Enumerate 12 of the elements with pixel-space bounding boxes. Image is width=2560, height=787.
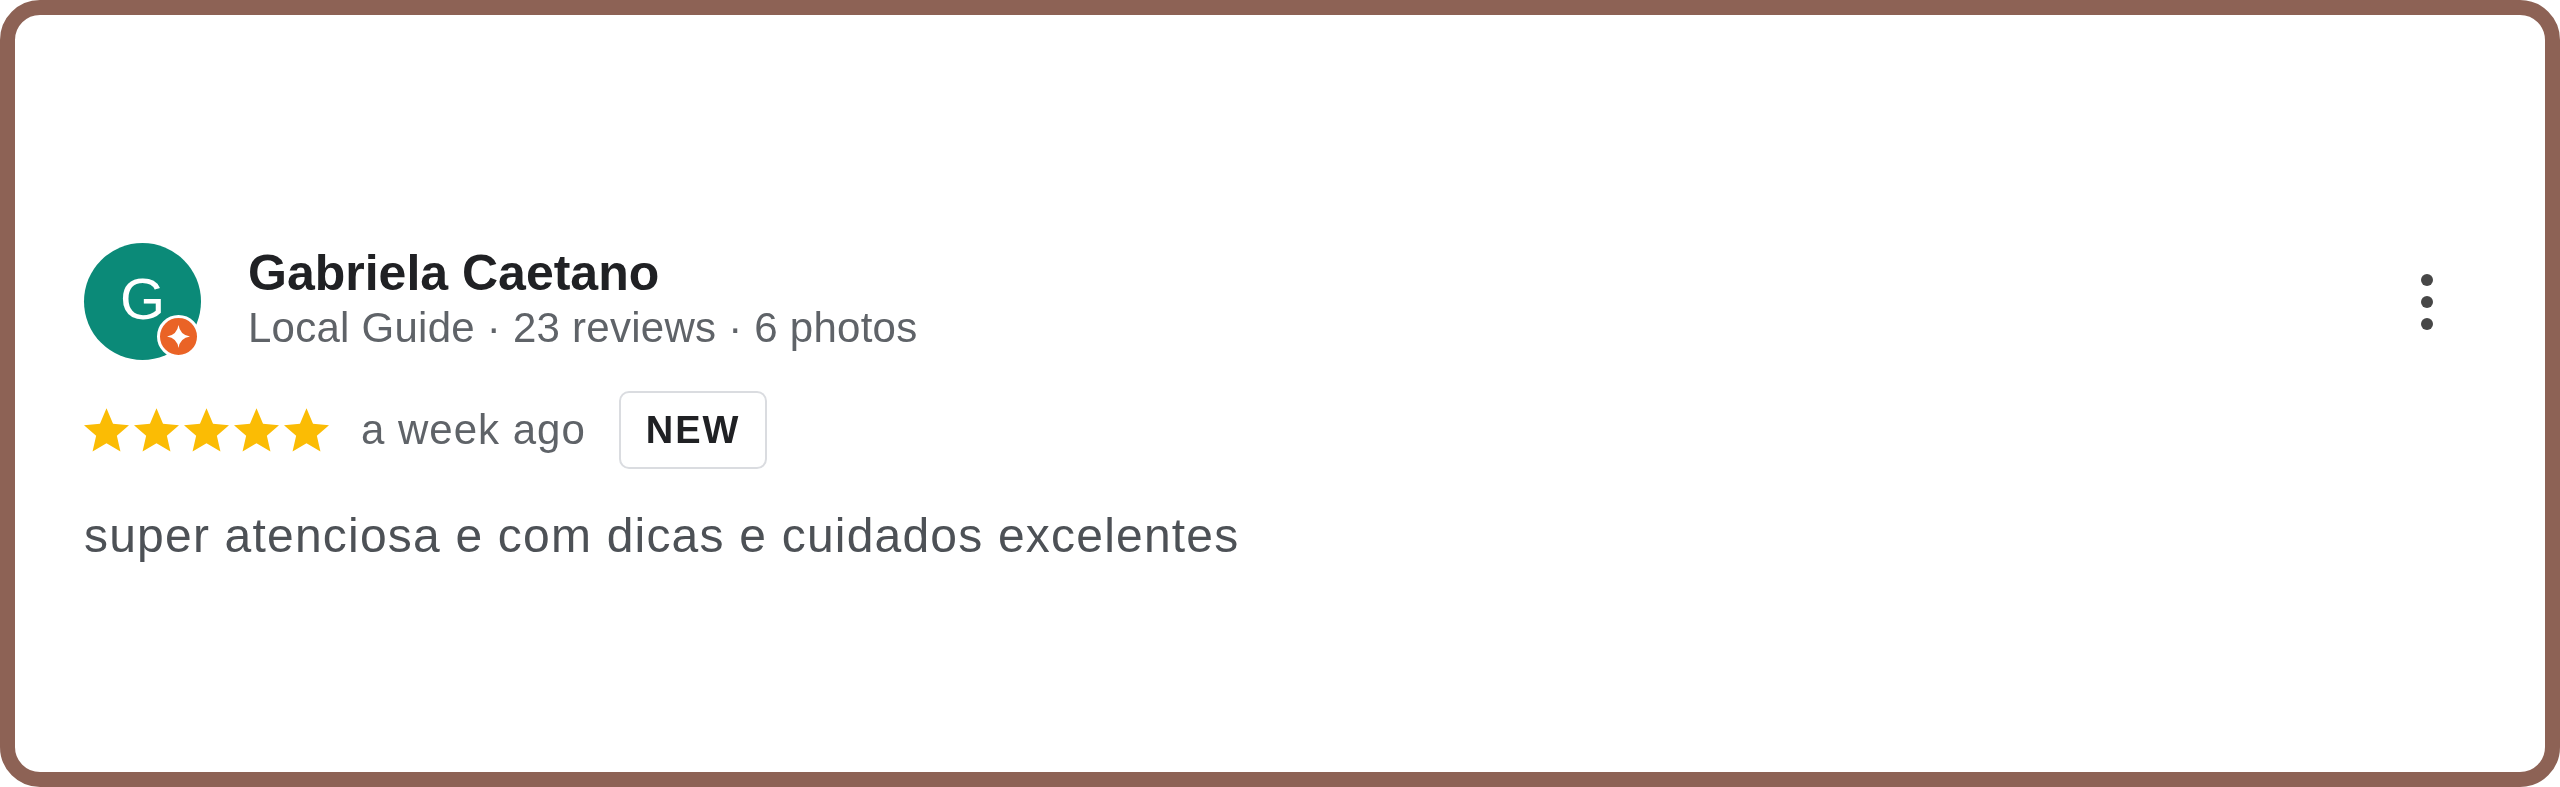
star-icon [234,408,279,452]
more-vertical-icon [2421,274,2433,330]
star-icon [184,408,229,452]
avatar: G [84,243,201,360]
reviewer-stats: Local Guide · 23 reviews · 6 photos [248,304,918,352]
review-time: a week ago [361,406,586,454]
review-text: super atenciosa e com dicas e cuidados excelentes [84,508,1240,564]
star-icon [134,408,179,452]
star-icon [284,408,329,452]
new-badge: NEW [618,391,768,469]
reviewer-name: Gabriela Caetano [248,245,661,301]
star-icon [84,408,129,452]
